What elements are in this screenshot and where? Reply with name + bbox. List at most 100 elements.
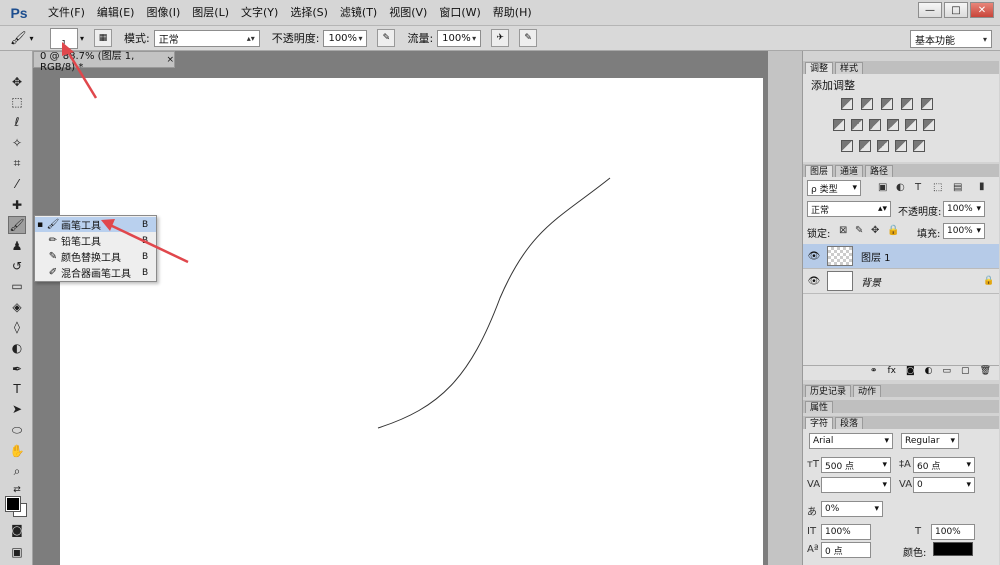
link-layers-icon[interactable]: ⚭ [870, 366, 878, 379]
layer-filter-select[interactable]: ρ 类型 ▾ [807, 180, 861, 196]
tab-character[interactable]: 字符 [805, 417, 834, 429]
posterize-icon[interactable] [859, 140, 871, 152]
hand-tool-icon[interactable]: ✋ [8, 442, 26, 460]
filter-adjust-icon[interactable]: ◐ [896, 182, 905, 193]
tab-adjustments[interactable]: 调整 [805, 62, 834, 74]
vertical-scale-field[interactable]: 100% [821, 524, 871, 540]
menu-help[interactable]: 帮助(H) [487, 0, 538, 26]
fx-icon[interactable]: fx [887, 366, 896, 379]
horizontal-scale-field[interactable]: 100% [931, 524, 975, 540]
tab-actions[interactable]: 动作 [853, 385, 882, 397]
blend-mode-select[interactable]: 正常 ▴▾ [807, 201, 891, 217]
layer-row[interactable]: 👁 背景 🔒 [803, 269, 999, 294]
tab-properties[interactable]: 属性 [805, 401, 834, 413]
tab-styles[interactable]: 样式 [835, 62, 864, 74]
chevron-down-icon[interactable]: ▾ [80, 34, 84, 43]
tracking-field[interactable]: 0 ▾ [913, 477, 975, 493]
font-style-select[interactable]: Regular ▾ [901, 433, 959, 449]
threshold-icon[interactable] [877, 140, 889, 152]
lasso-tool-icon[interactable]: ℓ [8, 113, 26, 131]
blur-tool-icon[interactable]: ◊ [8, 318, 26, 336]
airbrush-icon[interactable]: ✈ [491, 29, 510, 47]
menu-file[interactable]: 文件(F) [42, 0, 91, 26]
menu-layer[interactable]: 图层(L) [186, 0, 235, 26]
adjustment-layer-icon[interactable]: ◐ [925, 366, 933, 379]
foreground-color-swatch[interactable] [5, 496, 21, 512]
flyout-item-brush[interactable]: ▪ 🖌 画笔工具 B [35, 217, 156, 232]
layer-row[interactable]: 👁 图层 1 [803, 244, 999, 269]
mode-select[interactable]: 正常 ▴▾ [153, 29, 260, 47]
menu-view[interactable]: 视图(V) [383, 0, 433, 26]
marquee-tool-icon[interactable]: ⬚ [8, 93, 26, 111]
exposure-icon[interactable] [901, 98, 913, 110]
lock-transparency-icon[interactable]: ⊠ [839, 225, 847, 236]
delete-layer-icon[interactable]: 🗑 [980, 366, 991, 379]
workspace-select[interactable]: 基本功能 ▾ [910, 30, 992, 48]
layer-opacity-field[interactable]: 100% ▾ [943, 201, 985, 217]
restore-button[interactable]: □ [944, 2, 968, 18]
flow-field[interactable]: 100% ▾ [437, 29, 482, 47]
pressure-size-icon[interactable]: ✎ [519, 29, 538, 47]
tool-preset-picker[interactable]: 🖌 ▾ [10, 28, 46, 49]
tab-channels[interactable]: 通道 [835, 165, 864, 177]
quick-mask-icon[interactable]: ◙ [8, 521, 26, 539]
filter-toggle-icon[interactable]: ▮ [979, 181, 985, 192]
filter-shape-icon[interactable]: ⬚ [933, 182, 942, 193]
baseline-shift-field[interactable]: 0 点 [821, 542, 871, 558]
tab-paragraph[interactable]: 段落 [835, 417, 864, 429]
menu-window[interactable]: 窗口(W) [433, 0, 486, 26]
dodge-tool-icon[interactable]: ◐ [8, 339, 26, 357]
menu-edit[interactable]: 编辑(E) [91, 0, 141, 26]
levels-icon[interactable] [861, 98, 873, 110]
brightness-icon[interactable] [841, 98, 853, 110]
new-group-icon[interactable]: ▭ [943, 366, 952, 379]
selective-color-icon[interactable] [895, 140, 907, 152]
tsume-field[interactable]: 0% ▾ [821, 501, 883, 517]
filter-smart-icon[interactable]: ▤ [953, 182, 962, 193]
gradient-map-icon[interactable] [913, 140, 925, 152]
path-select-tool-icon[interactable]: ➤ [8, 400, 26, 418]
filter-pixel-icon[interactable]: ▣ [878, 182, 887, 193]
new-layer-icon[interactable]: ▢ [961, 366, 970, 379]
flyout-item-mixer-brush[interactable]: ✐ 混合器画笔工具 B [35, 265, 156, 280]
close-tab-icon[interactable]: × [166, 55, 174, 65]
tab-paths[interactable]: 路径 [865, 165, 894, 177]
type-tool-icon[interactable]: T [8, 380, 26, 398]
lock-position-icon[interactable]: ✥ [871, 225, 879, 236]
menu-select[interactable]: 选择(S) [284, 0, 334, 26]
fill-field[interactable]: 100% ▾ [943, 223, 985, 239]
zoom-tool-icon[interactable]: ⌕ [8, 462, 26, 480]
move-tool-icon[interactable]: ✥ [8, 73, 26, 91]
brush-preset-picker[interactable]: 1 [50, 27, 78, 49]
minimize-button[interactable]: — [918, 2, 942, 18]
brush-tool-icon[interactable]: 🖌 [8, 216, 26, 234]
screen-mode-icon[interactable]: ▣ [8, 543, 26, 561]
flyout-item-pencil[interactable]: ✏ 铅笔工具 B [35, 233, 156, 248]
eraser-tool-icon[interactable]: ▭ [8, 277, 26, 295]
eyedropper-tool-icon[interactable]: ⁄ [8, 175, 26, 193]
text-color-swatch[interactable] [933, 542, 973, 556]
brush-panel-toggle-icon[interactable]: ▦ [94, 29, 113, 47]
history-brush-tool-icon[interactable]: ↺ [8, 257, 26, 275]
color-lookup-icon[interactable] [923, 119, 935, 131]
document-tab[interactable]: 0 @ 88.7% (图层 1, RGB/8) * × [33, 51, 175, 73]
color-balance-icon[interactable] [851, 119, 863, 131]
canvas[interactable] [60, 78, 763, 565]
font-size-field[interactable]: 500 点 ▾ [821, 457, 891, 473]
hue-saturation-icon[interactable] [833, 119, 845, 131]
filter-type-icon[interactable]: T [915, 182, 921, 193]
font-family-select[interactable]: Arial ▾ [809, 433, 893, 449]
opacity-field[interactable]: 100% ▾ [323, 29, 368, 47]
lock-all-icon[interactable]: 🔒 [887, 225, 899, 236]
menu-image[interactable]: 图像(I) [140, 0, 186, 26]
ellipse-tool-icon[interactable]: ⬭ [8, 421, 26, 439]
channel-mixer-icon[interactable] [905, 119, 917, 131]
clone-stamp-tool-icon[interactable]: ♟ [8, 237, 26, 255]
invert-icon[interactable] [841, 140, 853, 152]
add-mask-icon[interactable]: ◙ [906, 366, 915, 379]
healing-brush-tool-icon[interactable]: ✚ [8, 196, 26, 214]
close-button[interactable]: ✕ [970, 2, 994, 18]
visibility-eye-icon[interactable]: 👁 [803, 276, 825, 287]
tab-layers[interactable]: 图层 [805, 165, 834, 177]
curves-icon[interactable] [881, 98, 893, 110]
